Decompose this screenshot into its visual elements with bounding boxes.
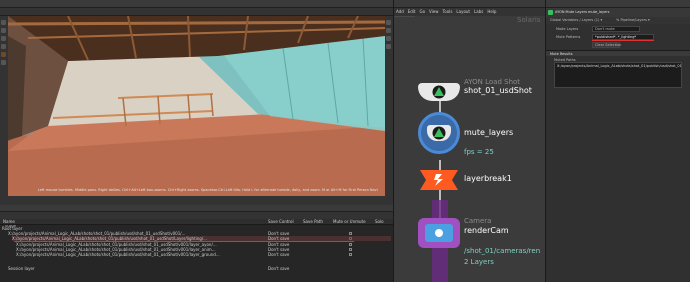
network-tabbar: stage — [394, 0, 546, 17]
node-name[interactable]: mute_layers — [464, 128, 513, 137]
param-header: AYON Mute Layers mute_layers — [546, 8, 690, 17]
table-row[interactable]: X:/ayon/projects/Animal_Logic_ALab/shots… — [16, 252, 391, 257]
node-info: /shot_01/cameras/ren — [464, 247, 541, 255]
node-type-label: Camera — [464, 217, 492, 225]
menu-edit[interactable]: Edit — [406, 9, 418, 14]
ayon-logo-icon — [432, 126, 446, 140]
row-name: Session layer — [8, 266, 35, 271]
param-tab-layers[interactable]: Global Variables / Layers (1) ▾ — [550, 18, 602, 22]
viewport-status-text: Left mouse tumbles. Middle pans. Right d… — [38, 188, 378, 192]
node-type-icon — [548, 10, 553, 15]
column-solo[interactable]: Solo — [375, 219, 384, 224]
param-tabbar: /stage — [546, 0, 690, 17]
context-watermark: Solaris — [517, 16, 541, 24]
node-name[interactable]: shot_01_usdShot — [464, 86, 532, 95]
section-label: Mute Results — [550, 52, 573, 56]
param-node-name[interactable]: mute_layers — [588, 10, 610, 14]
node-mute-layers[interactable] — [418, 112, 460, 154]
mode-dropdown[interactable]: Don't mute — [592, 26, 640, 32]
camera-menu-icon[interactable] — [386, 28, 391, 33]
rotate-tool-icon[interactable] — [1, 36, 6, 41]
node-layerbreak1[interactable] — [418, 170, 460, 190]
lighting-icon[interactable] — [386, 36, 391, 41]
handle-tool-icon[interactable] — [1, 52, 6, 57]
viewport-3d-scene[interactable]: Left mouse tumbles. Middle pans. Right d… — [8, 16, 385, 196]
mute-checkbox[interactable] — [349, 248, 352, 251]
menu-help[interactable]: Help — [485, 9, 498, 14]
node-name[interactable]: renderCam — [464, 226, 509, 235]
menu-view[interactable]: View — [427, 9, 441, 14]
viewport-toolbar: View — [0, 8, 393, 24]
mute-checkbox[interactable] — [349, 232, 352, 235]
layers-table-header: Name Save Control Save Path Mute or Unmu… — [0, 219, 393, 225]
section-header[interactable]: Mute Results — [546, 50, 690, 56]
row-save-control[interactable]: Don't save — [268, 252, 289, 257]
pose-tool-icon[interactable] — [1, 60, 6, 65]
row-name: X:/ayon/projects/Animal_Logic_ALab/shots… — [16, 252, 220, 257]
menu-labs[interactable]: Labs — [472, 9, 485, 14]
lower-tabbar: Scene Graph TreeBig TreeScene Graph Laye… — [0, 205, 393, 222]
node-body — [427, 125, 451, 141]
viewport-right-toolbar — [385, 16, 393, 196]
column-save-path[interactable]: Save Path — [303, 219, 323, 224]
move-tool-icon[interactable] — [1, 28, 6, 33]
column-save-control[interactable]: Save Control — [268, 219, 294, 224]
snapshot-icon[interactable] — [386, 44, 391, 49]
menu-tools[interactable]: Tools — [441, 9, 455, 14]
mute-checkbox[interactable] — [349, 243, 352, 246]
camera-icon — [425, 224, 453, 242]
layerbreak-icon — [420, 170, 458, 190]
mode-label: Mode Layers — [556, 27, 579, 31]
viewport-pane: stage View — [0, 0, 393, 205]
param-tab-pipeline[interactable]: % Pipeline/Layers ▾ — [616, 18, 650, 22]
mute-checkbox[interactable] — [349, 253, 352, 256]
mute-checkbox[interactable] — [349, 237, 352, 240]
results-value: X:/ayon/projects/Animal_Logic_ALab/shots… — [557, 64, 681, 68]
results-textbox[interactable]: X:/ayon/projects/Animal_Logic_ALab/shots… — [554, 62, 682, 88]
node-info-layers: 2 Layers — [464, 258, 494, 266]
scene-graph-layers-pane: Scene Graph TreeBig TreeScene Graph Laye… — [0, 205, 393, 282]
network-menubar: Add Edit Go View Tools Layout Labs Help — [394, 8, 546, 16]
viewport-bottom-bar — [0, 196, 393, 205]
node-info: fps = 25 — [464, 148, 494, 156]
ayon-logo-icon — [432, 85, 446, 99]
network-pane: stage AddEditGoViewToolsLayoutLabsHelp S… — [393, 0, 546, 282]
table-row[interactable]: Session layer Don't save — [8, 266, 391, 271]
scale-tool-icon[interactable] — [1, 44, 6, 49]
mute-patterns-label: Mute Patterns — [556, 35, 581, 39]
node-shot-01-usdshot[interactable] — [418, 83, 460, 101]
clear-selection-button[interactable]: Clear Selection — [592, 42, 621, 48]
param-tabs: Global Variables / Layers (1) ▾ % Pipeli… — [546, 17, 690, 24]
node-type-label: AYON Load Shot — [464, 78, 521, 86]
display-options-icon[interactable] — [386, 20, 391, 25]
lower-path-bar: stage — [0, 212, 393, 228]
menu-layout[interactable]: Layout — [454, 9, 472, 14]
select-tool-icon[interactable] — [1, 20, 6, 25]
menu-go[interactable]: Go — [418, 9, 428, 14]
parameter-pane: /stage AYON Mute Layers mute_layers Glob… — [545, 0, 690, 282]
node-name[interactable]: layerbreak1 — [464, 174, 512, 183]
column-name[interactable]: Name — [3, 219, 15, 224]
viewport-left-toolbar — [0, 16, 8, 196]
menu-add[interactable]: Add — [394, 9, 406, 14]
column-mute[interactable]: Mute or Unmute — [333, 219, 366, 224]
room-render — [8, 16, 385, 196]
node-rendercam[interactable] — [418, 218, 460, 248]
highlight-underline — [592, 40, 654, 41]
row-save-control[interactable]: Don't save — [268, 266, 289, 271]
viewport-tabbar: stage — [0, 0, 393, 17]
param-node-type: AYON Mute Layers — [555, 10, 588, 14]
